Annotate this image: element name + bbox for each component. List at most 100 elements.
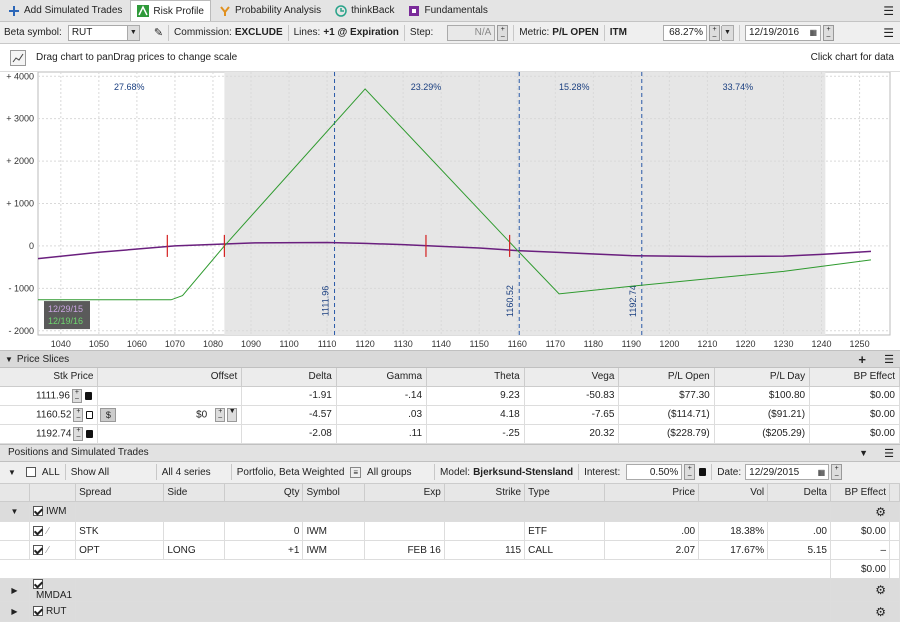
menu-icon[interactable]: ☰	[884, 353, 894, 366]
slice-price[interactable]: 1160.52	[36, 409, 71, 420]
col-header[interactable]: Gamma	[336, 368, 428, 387]
col-header[interactable]: Price	[604, 483, 700, 502]
risk-profile-chart[interactable]: + 4000 + 3000 + 2000 + 1000 0 - 1000 - 2000 104…	[0, 71, 900, 350]
groups-filter[interactable]: All groups	[367, 467, 429, 478]
col-header[interactable]: Spread	[75, 483, 165, 502]
col-header[interactable]: BP Effect	[809, 368, 900, 387]
chart-svg[interactable]: + 4000 + 3000 + 2000 + 1000 0 - 1000 - 2000 104…	[0, 71, 900, 350]
dollar-icon[interactable]: $	[100, 407, 117, 422]
col-header[interactable]: P/L Day	[714, 368, 811, 387]
tab-risk-profile[interactable]: Risk Profile	[130, 0, 211, 21]
table-row[interactable]: ∕ OPT LONG +1 IWM FEB 16 115 CALL 2.07 1…	[0, 540, 900, 560]
lock-icon[interactable]	[699, 468, 707, 476]
chevron-down-icon[interactable]: ▼	[227, 407, 238, 422]
col-header[interactable]: P/L Open	[618, 368, 715, 387]
group-row-rut[interactable]: ▶ RUT ⚙	[0, 601, 900, 622]
options-icon[interactable]: ≡	[350, 466, 362, 478]
menu-icon[interactable]: ☰	[883, 4, 894, 18]
col-header[interactable]: Side	[163, 483, 226, 502]
row-checkbox[interactable]	[32, 544, 43, 555]
select-all-checkbox[interactable]	[25, 467, 36, 477]
price-stepper[interactable]: + –	[73, 426, 84, 441]
series-filter[interactable]: All 4 series	[162, 467, 226, 478]
model-value[interactable]: Bjerksund-Stensland	[473, 467, 573, 478]
side-cell[interactable]: LONG	[163, 540, 226, 560]
interest-field[interactable]: 0.50%	[626, 464, 683, 480]
col-header[interactable]: Delta	[241, 368, 337, 387]
positions-date-field[interactable]: 12/29/2015 ▦	[745, 464, 830, 480]
chevron-down-icon[interactable]: ▼	[5, 355, 13, 364]
calendar-icon[interactable]: ▦	[818, 468, 826, 477]
col-header[interactable]: Qty	[224, 483, 304, 502]
offset-stepper[interactable]: + –	[215, 407, 226, 422]
unlock-icon[interactable]	[86, 410, 94, 419]
gear-icon[interactable]: ⚙	[830, 601, 891, 622]
weight-filter[interactable]: Portfolio, Beta Weighted	[237, 467, 345, 478]
col-header[interactable]: Strike	[444, 483, 526, 502]
col-header[interactable]: Offset	[97, 368, 243, 387]
group-checkbox[interactable]	[32, 579, 43, 590]
calendar-icon[interactable]: ▦	[809, 28, 817, 37]
itm-stepper[interactable]: + –	[709, 24, 720, 41]
group-checkbox[interactable]	[32, 506, 43, 517]
step-field[interactable]: N/A	[447, 24, 496, 41]
side-cell[interactable]	[163, 521, 226, 541]
price-stepper[interactable]: + –	[73, 407, 84, 422]
price-slices-header[interactable]: ▼ Price Slices + ☰	[0, 350, 900, 368]
chevron-down-icon[interactable]: ▼	[8, 468, 16, 477]
row-checkbox[interactable]	[32, 525, 43, 536]
slice-offset[interactable]: $0	[196, 409, 207, 420]
tab-thinkback[interactable]: thinkBack	[329, 1, 400, 21]
itm-label[interactable]: ITM	[610, 27, 627, 38]
lock-icon[interactable]	[84, 391, 92, 400]
col-header[interactable]: Symbol	[302, 483, 365, 502]
tab-fundamentals[interactable]: Fundamentals	[402, 1, 493, 21]
strike-cell[interactable]	[444, 521, 526, 541]
tab-probability-analysis[interactable]: Probability Analysis	[213, 1, 327, 21]
commission-value[interactable]: EXCLUDE	[235, 27, 283, 38]
col-header[interactable]: Theta	[426, 368, 525, 387]
gear-icon[interactable]: ⚙	[830, 501, 891, 522]
strike-cell[interactable]: 115	[444, 540, 526, 560]
itm-field[interactable]: 68.27%	[663, 24, 707, 41]
price-cell[interactable]: .00	[604, 521, 700, 541]
date-stepper[interactable]: + –	[823, 24, 834, 41]
table-row[interactable]: ∕ STK 0 IWM ETF .00 18.38% .00 $0.00	[0, 521, 900, 541]
add-slice-button[interactable]: +	[858, 352, 866, 367]
slice-price[interactable]: 1192.74	[36, 428, 71, 439]
qty-cell[interactable]: +1	[224, 540, 304, 560]
col-header[interactable]: Type	[524, 483, 606, 502]
slice-offset[interactable]	[97, 424, 243, 444]
qty-cell[interactable]: 0	[224, 521, 304, 541]
chevron-right-icon[interactable]: ▶	[0, 601, 30, 622]
chevron-right-icon[interactable]: ▶	[0, 578, 30, 602]
metric-value[interactable]: P/L OPEN	[552, 27, 599, 38]
group-row-mmda1[interactable]: ▶ MMDA1 ⚙	[0, 578, 900, 602]
menu-icon[interactable]: ☰	[884, 447, 894, 460]
zoom-icon[interactable]	[10, 49, 26, 66]
col-header[interactable]: Delta	[767, 483, 831, 502]
col-header[interactable]: BP Effect	[830, 483, 891, 502]
beta-symbol-select[interactable]: RUT ▼	[67, 24, 140, 41]
chevron-down-icon[interactable]: ▼	[859, 448, 868, 458]
step-stepper[interactable]: + –	[497, 24, 509, 41]
date-field[interactable]: 12/19/2016 ▦	[745, 24, 821, 41]
gear-icon[interactable]: ⚙	[830, 578, 891, 602]
slice-offset[interactable]	[97, 386, 243, 406]
lines-value[interactable]: +1 @ Expiration	[323, 27, 399, 38]
itm-dropdown[interactable]: ▼	[721, 24, 734, 41]
interest-stepper[interactable]: + –	[684, 464, 696, 480]
price-stepper[interactable]: + –	[71, 388, 82, 403]
tab-add-simulated-trades[interactable]: Add Simulated Trades	[2, 1, 128, 21]
pencil-icon[interactable]: ✎	[154, 26, 163, 39]
col-header[interactable]: Vol	[698, 483, 769, 502]
chevron-down-icon[interactable]: ▼	[0, 501, 30, 522]
slice-price[interactable]: 1111.96	[36, 390, 70, 401]
menu-icon[interactable]: ☰	[883, 26, 894, 40]
group-row-iwm[interactable]: ▼ IWM ⚙	[0, 501, 900, 522]
date-stepper[interactable]: + –	[831, 464, 843, 480]
col-header[interactable]: Stk Price	[0, 368, 99, 387]
exp-cell[interactable]	[364, 521, 445, 541]
lock-icon[interactable]	[86, 429, 94, 438]
exp-cell[interactable]: FEB 16	[364, 540, 445, 560]
